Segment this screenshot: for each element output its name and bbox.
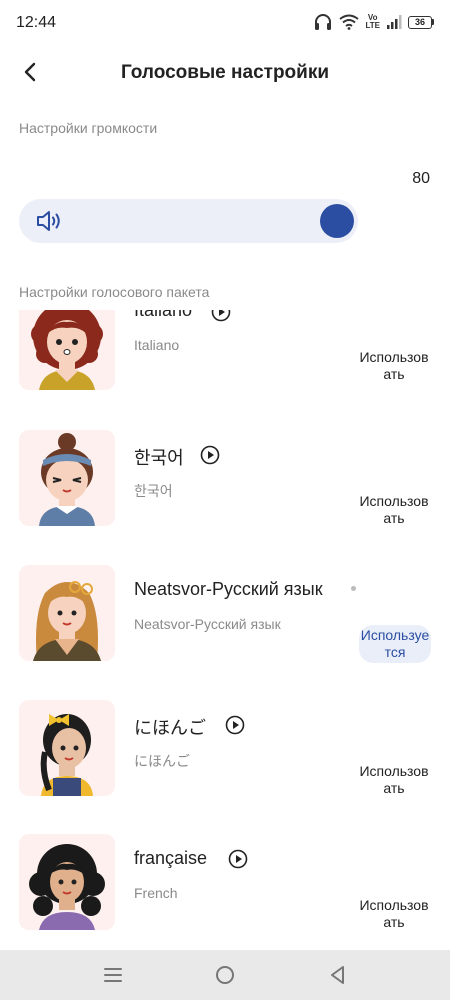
avatar <box>19 310 115 390</box>
voice-subtitle: 한국어 <box>134 483 173 499</box>
home-icon[interactable] <box>213 963 237 987</box>
voice-item-french[interactable]: française French Использовать <box>0 834 450 950</box>
voice-name: française <box>134 848 208 868</box>
play-icon[interactable] <box>211 310 231 322</box>
voice-item-japanese[interactable]: にほんご にほんご Использовать <box>0 700 450 820</box>
voice-pack-section-label: Настройки голосового пакета <box>19 284 210 300</box>
voice-name: Neatsvor-Русский язык <box>134 579 323 599</box>
volume-section-label: Настройки громкости <box>19 120 158 136</box>
voice-subtitle: Italiano <box>134 337 180 353</box>
menu-icon[interactable] <box>101 963 125 987</box>
avatar <box>19 565 115 661</box>
use-voice-button[interactable]: Использовать <box>358 349 430 383</box>
headphones-icon <box>315 14 332 30</box>
back-icon[interactable] <box>326 963 350 987</box>
use-voice-button[interactable]: Использовать <box>358 897 430 931</box>
avatar <box>19 700 115 796</box>
status-bar: 12:44 Vo LTE 36 <box>0 0 450 46</box>
battery-level: 36 <box>408 15 432 29</box>
play-icon[interactable] <box>225 715 245 735</box>
play-icon[interactable] <box>228 849 248 869</box>
voice-item-russian[interactable]: Neatsvor-Русский язык Neatsvor-Русский я… <box>0 565 450 685</box>
voice-name: にほんご <box>134 718 206 738</box>
wifi-icon <box>339 14 360 30</box>
volume-slider-thumb[interactable] <box>320 204 354 238</box>
loading-dot-icon <box>351 586 356 591</box>
use-voice-button[interactable]: Использовать <box>358 493 430 527</box>
status-time: 12:44 <box>16 14 57 31</box>
header: Голосовые настройки <box>0 46 450 100</box>
in-use-button[interactable]: Используется <box>359 625 431 663</box>
speaker-icon <box>37 211 60 231</box>
system-nav-bar <box>0 950 450 1000</box>
volume-value: 80 <box>412 170 430 187</box>
play-icon[interactable] <box>200 445 220 465</box>
avatar <box>19 430 115 526</box>
volte-icon: Vo LTE <box>365 13 380 30</box>
voice-pack-list: Italiano Italiano Использовать 한국어 한국어 И… <box>0 310 450 950</box>
voice-item-korean[interactable]: 한국어 한국어 Использовать <box>0 430 450 550</box>
status-icons: Vo LTE 36 <box>313 13 434 31</box>
voice-item-italiano[interactable]: Italiano Italiano Использовать <box>0 310 450 420</box>
voice-subtitle: French <box>134 885 178 901</box>
avatar <box>19 834 115 930</box>
signal-icon <box>387 15 402 29</box>
voice-name: Italiano <box>134 310 193 320</box>
page-title: Голосовые настройки <box>120 62 330 83</box>
use-voice-button[interactable]: Использовать <box>358 763 430 797</box>
volume-slider[interactable] <box>19 199 358 243</box>
voice-subtitle: Neatsvor-Русский язык <box>134 616 281 632</box>
battery-icon: 36 <box>408 15 434 29</box>
voice-name: 한국어 <box>134 448 184 468</box>
voice-subtitle: にほんご <box>134 753 190 769</box>
